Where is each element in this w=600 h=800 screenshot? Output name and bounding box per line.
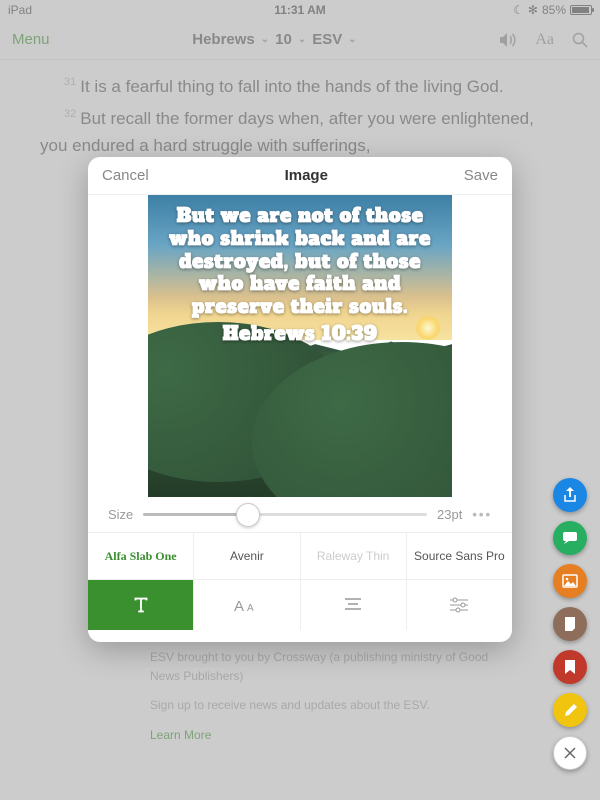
bookmark-button[interactable]: [553, 650, 587, 684]
verse-overlay-text: But we are not of those who shrink back …: [169, 203, 431, 320]
action-buttons: [553, 478, 587, 770]
font-picker: Alfa Slab One Avenir Raleway Thin Source…: [88, 532, 512, 580]
image-button[interactable]: [553, 564, 587, 598]
note-button[interactable]: [553, 607, 587, 641]
font-option-raleway[interactable]: Raleway Thin: [301, 533, 407, 579]
size-value: 23pt: [437, 507, 462, 522]
verse-reference: Hebrews 10:39: [162, 323, 438, 346]
svg-text:A: A: [234, 598, 244, 614]
save-button[interactable]: Save: [464, 167, 498, 184]
size-label: Size: [108, 507, 133, 522]
cancel-button[interactable]: Cancel: [102, 167, 149, 184]
slider-thumb[interactable]: [236, 503, 260, 527]
text-tab[interactable]: [88, 580, 194, 630]
editor-tabs: AA: [88, 580, 512, 630]
highlight-button[interactable]: [553, 693, 587, 727]
settings-tab[interactable]: [407, 580, 512, 630]
share-button[interactable]: [553, 478, 587, 512]
size-slider[interactable]: [143, 513, 427, 516]
modal-title: Image: [285, 167, 328, 184]
image-preview[interactable]: But we are not of those who shrink back …: [148, 195, 452, 497]
alignment-tab[interactable]: [301, 580, 407, 630]
svg-text:A: A: [247, 603, 254, 614]
size-tab[interactable]: AA: [194, 580, 300, 630]
font-option-alfaslab[interactable]: Alfa Slab One: [88, 533, 194, 579]
image-editor-modal: Cancel Image Save But we are not of thos…: [88, 157, 512, 642]
more-options-icon[interactable]: •••: [472, 507, 492, 522]
font-option-avenir[interactable]: Avenir: [194, 533, 300, 579]
message-button[interactable]: [553, 521, 587, 555]
close-button[interactable]: [553, 736, 587, 770]
font-option-sourcesans[interactable]: Source Sans Pro: [407, 533, 512, 579]
